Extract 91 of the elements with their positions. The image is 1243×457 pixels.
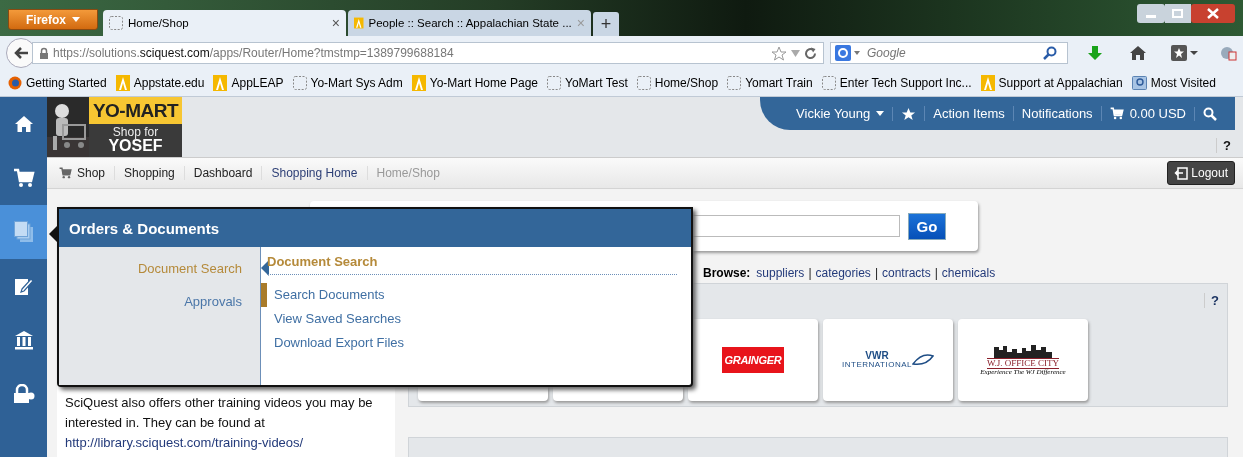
- breadcrumb-link[interactable]: Shopping Home: [261, 166, 367, 180]
- letter-a-icon: [411, 75, 426, 91]
- leaf-icon: [911, 354, 934, 366]
- browse-link[interactable]: categories: [815, 266, 871, 280]
- menu-link[interactable]: Download Export Files: [261, 331, 677, 355]
- bookmark[interactable]: Most Visited: [1131, 76, 1216, 90]
- search-field[interactable]: Google: [865, 45, 1039, 61]
- home-icon[interactable]: [1129, 45, 1147, 61]
- search-icon[interactable]: [1043, 46, 1057, 60]
- flyout-title: Orders & Documents: [69, 219, 220, 237]
- close-button[interactable]: [1191, 4, 1235, 23]
- new-tab-button[interactable]: +: [593, 12, 619, 36]
- supplier-logo: GRAINGER: [721, 347, 785, 373]
- info-text: SciQuest also offers other training videos you may be interested in. They can be found at http://library.sciquest.com/training-videos/: [65, 394, 374, 452]
- logo-title: YO-MART: [89, 97, 182, 124]
- close-icon[interactable]: ×: [331, 15, 340, 31]
- breadcrumb-link[interactable]: Shop: [59, 166, 115, 180]
- cart-total[interactable]: 0.00 USD: [1100, 106, 1194, 121]
- url-text: https://solutions.sciquest.com/apps/Router/Home?tmstmp=1389799688184: [53, 46, 454, 60]
- browse-label: Browse:: [703, 266, 751, 280]
- supplier-card[interactable]: VWR INTERNATIONAL: [823, 319, 953, 401]
- bookmark[interactable]: AppLEAP: [213, 75, 284, 91]
- menu-section[interactable]: Approvals: [184, 294, 242, 309]
- bank-icon[interactable]: [13, 330, 34, 350]
- separator: |: [874, 266, 878, 280]
- cart-icon: [1109, 107, 1124, 120]
- logo-name: YOSEF: [108, 138, 163, 154]
- bookmark[interactable]: Support at Appalachian: [980, 75, 1123, 91]
- browse-link[interactable]: contracts: [882, 266, 931, 280]
- bookmark[interactable]: Appstate.edu: [115, 75, 205, 91]
- menu-link[interactable]: Search Documents: [261, 283, 677, 307]
- reload-icon[interactable]: [804, 46, 817, 60]
- folder-icon: [1131, 76, 1147, 90]
- bookmark[interactable]: Yo-Mart Sys Adm: [292, 76, 403, 90]
- star-icon[interactable]: [901, 106, 917, 121]
- star-icon[interactable]: [771, 45, 787, 61]
- blank-page-icon: [109, 16, 123, 30]
- go-button[interactable]: Go: [908, 212, 946, 240]
- bookmark[interactable]: YoMart Test: [547, 76, 628, 90]
- search-bar[interactable]: Google: [830, 42, 1068, 64]
- address-bar[interactable]: https://solutions.sciquest.com/apps/Router/Home?tmstmp=1389799688184: [32, 42, 824, 64]
- search-icon[interactable]: [1203, 106, 1217, 121]
- back-arrow-icon: [13, 46, 29, 60]
- separator: |: [934, 266, 938, 280]
- bookmark[interactable]: Yomart Train: [727, 76, 813, 90]
- edit-icon[interactable]: [13, 276, 34, 296]
- separator: |: [808, 266, 812, 280]
- training-videos-link[interactable]: http://library.sciquest.com/training-videos/: [65, 435, 304, 450]
- blank-page-icon: [821, 76, 836, 90]
- selection-pointer: [261, 260, 269, 276]
- notifications-link[interactable]: Notifications: [1012, 106, 1101, 121]
- action-items-link[interactable]: Action Items: [924, 106, 1013, 121]
- lock-icon: [39, 47, 49, 59]
- bookmark[interactable]: Enter Tech Support Inc...: [821, 76, 972, 90]
- download-icon[interactable]: [1087, 45, 1103, 61]
- cart-icon: [59, 167, 72, 179]
- section-heading: Document Search: [267, 254, 677, 275]
- supplier-logo: VWR: [865, 351, 889, 361]
- bookmark[interactable]: Home/Shop: [636, 76, 719, 90]
- browser-tab[interactable]: Home/Shop ×: [103, 10, 346, 36]
- logout-button[interactable]: Logout: [1167, 161, 1235, 185]
- home-icon[interactable]: [13, 115, 34, 133]
- bookmark[interactable]: Getting Started: [8, 76, 107, 90]
- browser-tab[interactable]: People :: Search :: Appalachian State ... ×: [348, 10, 591, 36]
- logo[interactable]: YO-MART Shop for YOSEF: [47, 97, 182, 157]
- blank-page-icon: [547, 76, 562, 90]
- cart-icon[interactable]: [12, 168, 35, 188]
- supplier-card[interactable]: GRAINGER: [688, 319, 818, 401]
- skyline-icon: [994, 344, 1052, 358]
- lock-gear-icon[interactable]: [12, 384, 35, 404]
- menu-link[interactable]: View Saved Searches: [261, 307, 677, 331]
- breadcrumb-link[interactable]: Dashboard: [183, 166, 262, 180]
- bookmark[interactable]: Yo-Mart Home Page: [411, 75, 539, 91]
- globe-icon: [8, 76, 22, 90]
- logo-subtitle: Shop for: [112, 126, 159, 138]
- globe-icon[interactable]: [1219, 45, 1237, 61]
- browse-link[interactable]: chemicals: [941, 266, 996, 280]
- logo-subtitle: INTERNATIONAL: [842, 361, 912, 369]
- blank-page-icon: [727, 76, 742, 90]
- browse-link[interactable]: suppliers: [756, 266, 805, 280]
- user-menu[interactable]: Vickie Young: [788, 106, 893, 121]
- letter-a-icon: [354, 15, 364, 31]
- letter-a-icon: [213, 75, 228, 91]
- letter-a-icon: [980, 75, 995, 91]
- blank-page-icon: [636, 76, 651, 90]
- bookmarks-icon[interactable]: [1171, 45, 1199, 61]
- breadcrumb-link[interactable]: Shopping: [114, 166, 184, 180]
- minimize-button[interactable]: [1137, 4, 1165, 23]
- blank-page-icon: [292, 76, 307, 90]
- letter-a-icon: [115, 75, 130, 91]
- supplier-logo: W.J. OFFICE CITY: [986, 358, 1060, 369]
